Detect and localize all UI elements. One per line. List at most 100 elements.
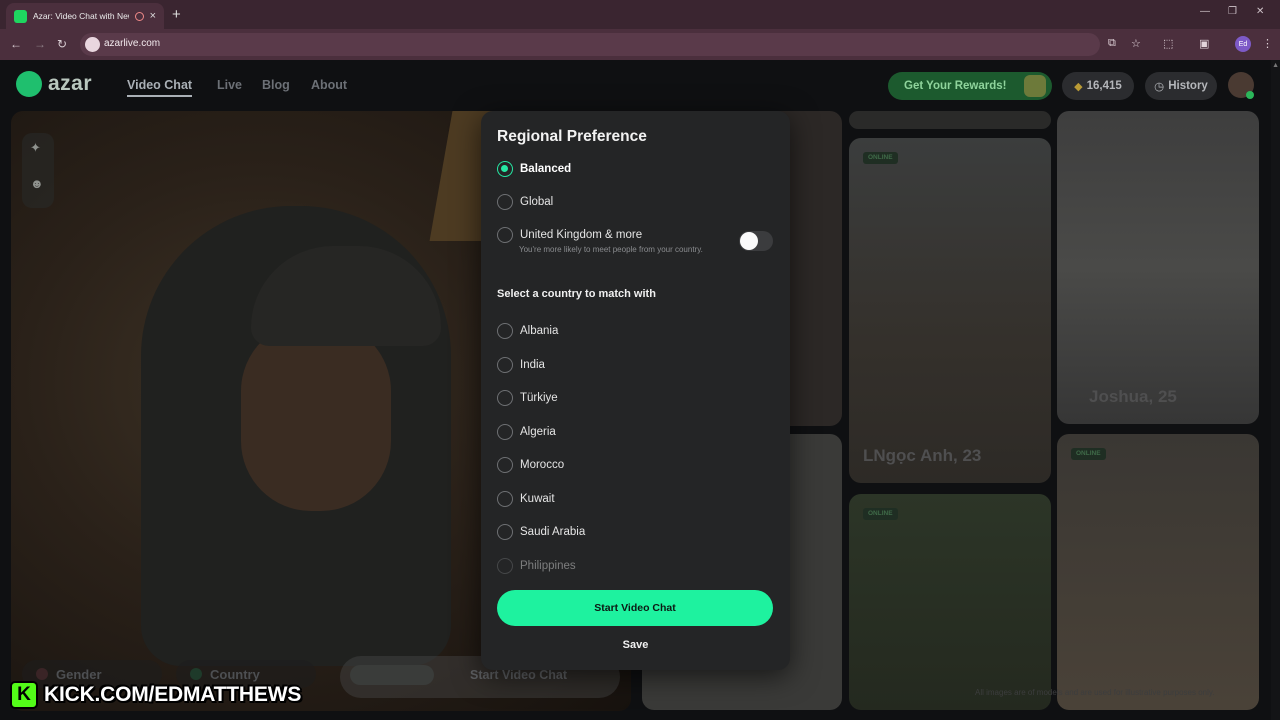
profile-card[interactable]: ONLINE — [1057, 434, 1259, 710]
forward-arrow-icon[interactable]: → — [34, 37, 46, 51]
country-section-title: Select a country to match with — [497, 288, 656, 300]
site-info-icon[interactable] — [85, 37, 100, 52]
tab-title: Azar: Video Chat with New — [33, 11, 129, 21]
country-label: Country — [210, 666, 260, 682]
nav-live[interactable]: Live — [217, 78, 242, 92]
gift-icon — [1024, 75, 1046, 97]
option-global[interactable]: Global — [497, 192, 553, 212]
back-arrow-icon[interactable]: ← — [10, 37, 22, 51]
tab-close-icon[interactable]: × — [150, 10, 156, 22]
nav-video-chat[interactable]: Video Chat — [127, 78, 193, 97]
country-label: Saudi Arabia — [520, 526, 586, 538]
radio-icon[interactable] — [497, 357, 513, 373]
extensions-icon[interactable]: ⬚ — [1163, 37, 1173, 50]
country-item-albania[interactable]: Albania — [497, 321, 558, 341]
option-united-kingdom[interactable]: United Kingdom & more — [497, 225, 642, 245]
azar-logo[interactable]: azar — [16, 71, 92, 97]
history-button[interactable]: ◷ History — [1145, 72, 1217, 100]
option-balanced[interactable]: Balanced — [497, 159, 571, 179]
country-label: India — [520, 359, 545, 371]
gems-counter[interactable]: ◆ 16,415 — [1062, 72, 1134, 100]
country-item-kuwait[interactable]: Kuwait — [497, 489, 555, 509]
toggle-knob — [740, 232, 758, 250]
radio-icon[interactable] — [497, 558, 513, 574]
profile-avatar[interactable]: Ed — [1235, 36, 1251, 52]
profile-card[interactable]: Joshua, 25 — [1057, 111, 1259, 424]
gender-label: Gender — [56, 666, 102, 682]
sidepanel-icon[interactable]: ▣ — [1199, 37, 1209, 50]
start-video-chat-button[interactable]: Start Video Chat — [497, 590, 773, 626]
cast-icon[interactable]: ⧉ — [1108, 37, 1116, 50]
option-label: Global — [520, 196, 554, 208]
address-bar: ← → ↻ azarlive.com ⧉ ☆ ⬚ ▣ Ed ⋮ — [0, 29, 1280, 60]
radio-icon[interactable] — [497, 194, 513, 210]
gems-count: 16,415 — [1086, 80, 1122, 92]
country-label: Kuwait — [520, 493, 555, 505]
uk-subtext: You're more likely to meet people from y… — [519, 245, 703, 254]
profile-card[interactable] — [849, 111, 1051, 129]
save-button[interactable]: Save — [481, 639, 790, 651]
country-label: Algeria — [520, 426, 556, 438]
country-list[interactable]: Albania India Türkiye Algeria Morocco Ku… — [481, 318, 790, 578]
online-badge: ONLINE — [863, 152, 898, 164]
option-label: United Kingdom & more — [520, 229, 643, 241]
country-label: Morocco — [520, 459, 565, 471]
radio-icon[interactable] — [497, 524, 513, 540]
face-filter-icon[interactable]: ☻ — [30, 176, 44, 191]
azar-favicon-icon — [14, 9, 27, 23]
country-item-philippines[interactable]: Philippines — [497, 556, 576, 576]
clock-icon: ◷ — [1154, 81, 1165, 93]
radio-icon[interactable] — [497, 390, 513, 406]
recording-icon — [134, 11, 144, 21]
radio-icon[interactable] — [497, 323, 513, 339]
country-item-algeria[interactable]: Algeria — [497, 422, 556, 442]
reload-icon[interactable]: ↻ — [57, 37, 67, 51]
history-label: History — [1168, 80, 1208, 92]
country-item-turkiye[interactable]: Türkiye — [497, 388, 558, 408]
close-window-button[interactable]: ✕ — [1256, 6, 1264, 17]
gem-icon: ◆ — [1074, 80, 1083, 93]
profile-card[interactable]: ONLINE — [849, 494, 1051, 710]
radio-icon[interactable] — [497, 227, 513, 243]
radio-icon[interactable] — [497, 491, 513, 507]
restore-button[interactable]: ❐ — [1228, 6, 1237, 17]
bookmark-star-icon[interactable]: ☆ — [1131, 37, 1141, 50]
radio-checked-icon[interactable] — [497, 161, 513, 177]
page-scrollbar[interactable]: ▲ — [1271, 60, 1280, 720]
scroll-up-arrow-icon[interactable]: ▲ — [1272, 62, 1279, 69]
country-item-saudi-arabia[interactable]: Saudi Arabia — [497, 522, 585, 542]
sparkle-effects-icon[interactable]: ✦ — [30, 140, 41, 156]
omnibox[interactable]: azarlive.com — [80, 33, 1100, 56]
country-item-india[interactable]: India — [497, 355, 545, 375]
profile-card[interactable]: ONLINE LNgọc Anh, 23 — [849, 138, 1051, 483]
new-tab-button[interactable]: + — [172, 6, 181, 23]
kick-channel-text: KICK.COM/EDMATTHEWS — [44, 683, 302, 706]
url-text[interactable]: azarlive.com — [104, 38, 160, 49]
country-item-morocco[interactable]: Morocco — [497, 455, 564, 475]
online-status-dot — [1246, 91, 1254, 99]
disclaimer-text: All images are of models and are used fo… — [975, 688, 1215, 697]
radio-icon[interactable] — [497, 424, 513, 440]
rewards-label: Get Your Rewards! — [904, 80, 1007, 92]
menu-kebab-icon[interactable]: ⋮ — [1262, 37, 1273, 50]
person-face — [241, 321, 391, 511]
globe-icon — [190, 668, 202, 680]
country-label: Albania — [520, 325, 559, 337]
nav-blog[interactable]: Blog — [262, 78, 290, 92]
country-label: Türkiye — [520, 392, 558, 404]
nav-about[interactable]: About — [311, 78, 347, 92]
profile-name: LNgọc Anh, 23 — [863, 446, 982, 465]
browser-tab[interactable]: Azar: Video Chat with New × — [6, 3, 164, 29]
modal-title: Regional Preference — [497, 128, 647, 145]
gender-icon — [36, 668, 48, 680]
local-preference-toggle[interactable] — [739, 231, 773, 251]
radio-icon[interactable] — [497, 457, 513, 473]
profile-name: Joshua, 25 — [1089, 387, 1177, 406]
rewards-button[interactable]: Get Your Rewards! — [888, 72, 1052, 100]
kick-channel-overlay: K KICK.COM/EDMATTHEWS — [10, 681, 301, 709]
kick-logo-icon: K — [10, 681, 38, 709]
minimize-button[interactable]: — — [1200, 6, 1210, 17]
country-label: Philippines — [520, 560, 576, 572]
logo-text: azar — [48, 72, 93, 95]
start-video-chat-background-label: Start Video Chat — [470, 668, 568, 682]
